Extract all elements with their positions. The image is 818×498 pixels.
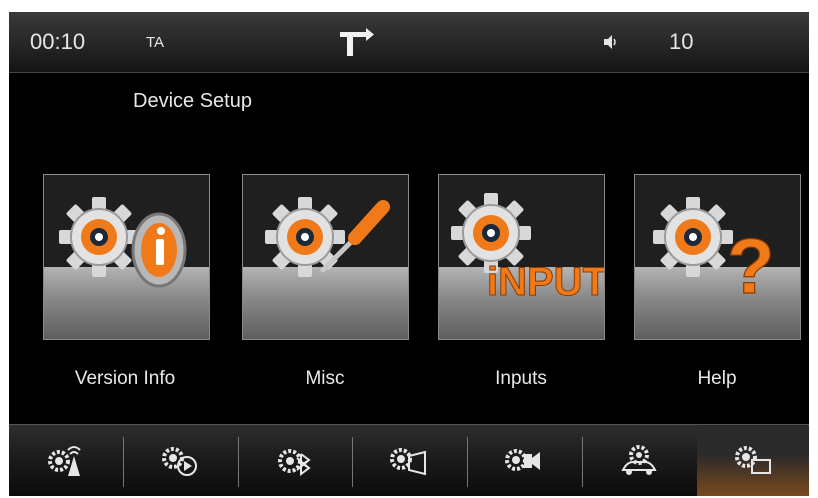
gear-screen-icon [390,448,426,476]
bottom-nav-camera-settings[interactable] [467,425,581,496]
input-badge-text: iNPUT [487,260,604,304]
gear-camera-icon [505,449,540,471]
clock: 00:10 [30,29,86,54]
gear-play-icon [162,447,197,476]
tile-inputs[interactable]: iNPUT [438,174,605,340]
volume-level: 10 [669,29,694,54]
tile-version-info[interactable] [43,174,210,340]
gear-screwdriver-icon [265,197,390,277]
gear-info-icon [59,197,187,288]
gear-input-icon: iNPUT [451,193,604,305]
tile-help[interactable]: ? [634,174,801,340]
gear-car-icon [621,445,657,475]
navigation-arrow-icon[interactable] [336,26,376,60]
tile-label-misc: Misc [305,368,345,389]
tile-misc[interactable] [242,174,409,340]
bottom-nav-device-setup[interactable] [697,425,809,496]
traffic-announcement-indicator: TA [146,34,165,51]
gear-question-icon: ? [653,197,775,311]
bottom-nav-bluetooth-settings[interactable] [238,425,352,496]
photo-frame: 00:10 TA 10 Device Setup Version Info Mi… [0,0,818,498]
speaker-icon [604,35,616,49]
page-title: Device Setup [133,90,252,112]
bottom-nav-radio-settings[interactable] [9,425,123,496]
bottom-nav-screen-settings[interactable] [352,425,466,496]
tile-label-version-info: Version Info [74,368,176,389]
bottom-nav-bar [9,424,809,496]
gear-antenna-icon [48,446,81,476]
status-bar: 00:10 TA 10 [9,12,809,73]
help-badge-text: ? [727,222,775,310]
tile-label-inputs: Inputs [495,368,547,389]
gear-bluetooth-icon [278,449,311,476]
tile-label-help: Help [697,368,737,389]
bottom-nav-media-settings[interactable] [123,425,237,496]
device-screen: 00:10 TA 10 Device Setup Version Info Mi… [9,12,809,496]
gear-display-icon [735,446,771,474]
bottom-nav-vehicle-settings[interactable] [582,425,696,496]
